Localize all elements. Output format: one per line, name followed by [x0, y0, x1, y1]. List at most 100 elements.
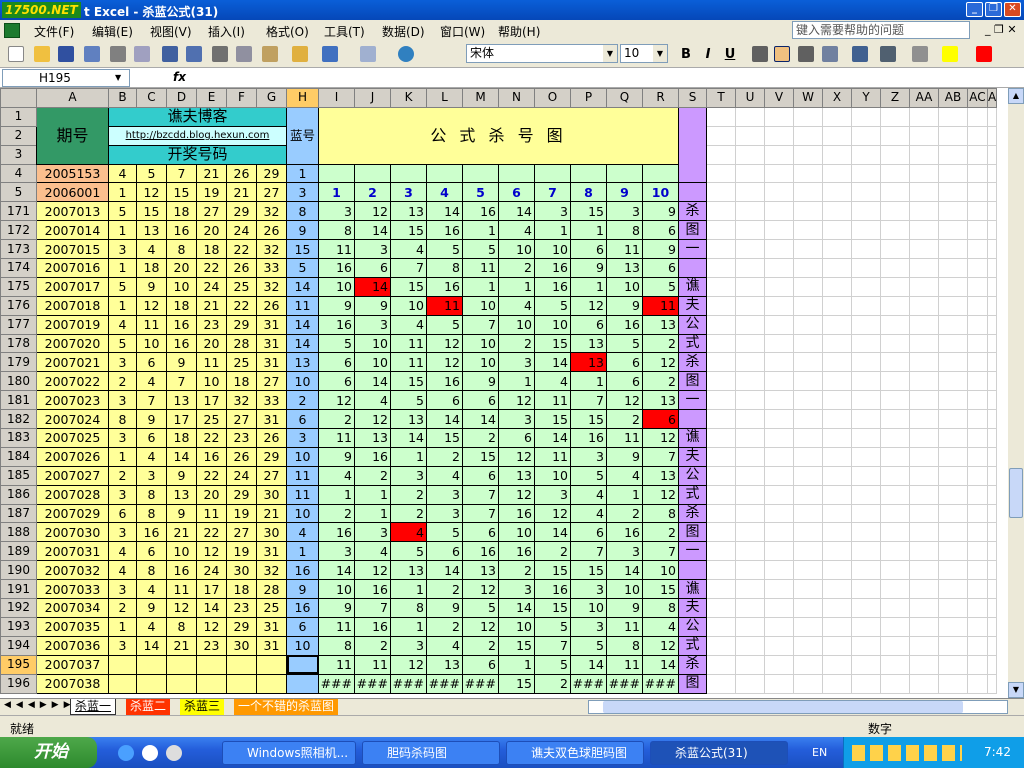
cell[interactable]: [764, 258, 794, 278]
red-ball-cell[interactable]: 16: [166, 333, 197, 354]
kill-number-cell[interactable]: 1: [570, 371, 607, 392]
cell[interactable]: [909, 654, 939, 675]
cell[interactable]: [986, 598, 998, 618]
cell[interactable]: [909, 220, 939, 241]
col-header[interactable]: A: [986, 88, 998, 108]
blue-ball-cell[interactable]: 14: [286, 333, 319, 354]
row-header[interactable]: 181: [0, 390, 37, 411]
red-ball-cell[interactable]: 1: [108, 182, 137, 203]
cell[interactable]: [986, 446, 998, 467]
kill-number-cell[interactable]: 16: [570, 428, 607, 448]
kill-number-cell[interactable]: 5: [462, 239, 499, 260]
kill-number-cell[interactable]: 1: [498, 371, 535, 392]
kill-number-cell[interactable]: 3: [354, 522, 391, 543]
kill-number-cell[interactable]: 16: [318, 314, 355, 335]
cell[interactable]: [909, 276, 939, 297]
kill-number-cell[interactable]: 7: [642, 446, 679, 467]
worksheet-grid[interactable]: A B C D E F G H I J K L M N O P Q R S T U V W X Y Z AA AB AC A 1 期号 谯夫博客…: [0, 88, 1008, 698]
red-ball-cell[interactable]: 9: [136, 276, 167, 297]
col-header[interactable]: G: [256, 88, 287, 108]
close-button[interactable]: ✕: [1004, 2, 1021, 17]
red-ball-cell[interactable]: 4: [108, 163, 137, 184]
kill-number-cell[interactable]: 15: [390, 220, 427, 241]
formula-header-cell[interactable]: [390, 163, 427, 184]
cell[interactable]: [764, 220, 794, 241]
cell[interactable]: [822, 484, 852, 505]
red-ball-cell[interactable]: 22: [226, 239, 257, 260]
scroll-up-icon[interactable]: ▲: [1008, 88, 1024, 104]
kill-number-cell[interactable]: 5: [534, 654, 571, 675]
cell[interactable]: [986, 541, 998, 562]
red-ball-cell[interactable]: 18: [166, 295, 197, 316]
cell[interactable]: [764, 616, 794, 637]
red-ball-cell[interactable]: 25: [256, 598, 287, 618]
red-ball-cell[interactable]: 9: [136, 409, 167, 430]
period-cell[interactable]: 2007017: [36, 276, 109, 297]
row-header[interactable]: 192: [0, 598, 37, 618]
cell[interactable]: [706, 163, 736, 184]
cell[interactable]: [764, 579, 794, 600]
blue-ball-cell[interactable]: 1: [286, 541, 319, 562]
kill-number-cell[interactable]: 16: [318, 258, 355, 278]
kill-number-cell[interactable]: 8: [642, 598, 679, 618]
period-cell[interactable]: 2007014: [36, 220, 109, 241]
kill-number-cell[interactable]: 13: [390, 560, 427, 581]
kill-number-cell[interactable]: 3: [606, 201, 643, 222]
cell[interactable]: [909, 428, 939, 448]
cell[interactable]: [986, 352, 998, 373]
cell[interactable]: [986, 144, 998, 165]
cell[interactable]: [851, 465, 881, 486]
row-header[interactable]: 185: [0, 465, 37, 486]
menu-format[interactable]: 格式(O): [266, 23, 309, 40]
cell[interactable]: [880, 579, 910, 600]
kill-number-cell[interactable]: 12: [498, 390, 535, 411]
cell[interactable]: [822, 144, 852, 165]
name-box[interactable]: H195 ▼: [2, 69, 130, 87]
cell[interactable]: [909, 390, 939, 411]
kill-number-cell[interactable]: 9: [642, 239, 679, 260]
cell[interactable]: [735, 541, 765, 562]
red-ball-cell[interactable]: 12: [196, 616, 227, 637]
blue-ball-cell[interactable]: 5: [286, 258, 319, 278]
cell[interactable]: [967, 409, 988, 430]
cell[interactable]: [967, 579, 988, 600]
kill-number-cell[interactable]: 16: [354, 616, 391, 637]
cell[interactable]: [967, 446, 988, 467]
cell[interactable]: [909, 446, 939, 467]
kill-number-cell[interactable]: 5: [642, 276, 679, 297]
kill-number-cell[interactable]: 7: [462, 503, 499, 524]
red-ball-cell[interactable]: 24: [196, 560, 227, 581]
cell[interactable]: [764, 333, 794, 354]
kill-number-cell[interactable]: 14: [534, 428, 571, 448]
cell[interactable]: [909, 522, 939, 543]
kill-number-cell[interactable]: 14: [534, 522, 571, 543]
red-ball-cell[interactable]: 16: [166, 560, 197, 581]
undo-icon[interactable]: [322, 46, 338, 62]
blue-ball-cell[interactable]: 15: [286, 239, 319, 260]
menu-edit[interactable]: 编辑(E): [92, 23, 133, 40]
cell[interactable]: [822, 616, 852, 637]
blue-ball-cell[interactable]: 10: [286, 635, 319, 656]
red-ball-cell[interactable]: 26: [226, 163, 257, 184]
kill-number-cell[interactable]: 2: [642, 333, 679, 354]
cell[interactable]: [986, 239, 998, 260]
cell[interactable]: [938, 220, 968, 241]
red-ball-cell[interactable]: 11: [196, 503, 227, 524]
kill-number-cell[interactable]: 2: [390, 484, 427, 505]
cell[interactable]: [822, 314, 852, 335]
red-ball-cell[interactable]: [256, 654, 287, 675]
cell[interactable]: [735, 616, 765, 637]
row-header[interactable]: 175: [0, 276, 37, 297]
align-center-icon[interactable]: [774, 46, 790, 62]
cell[interactable]: [851, 503, 881, 524]
kill-number-cell[interactable]: 3: [318, 201, 355, 222]
red-ball-cell[interactable]: 29: [226, 314, 257, 335]
cell[interactable]: [764, 144, 794, 165]
kill-number-cell[interactable]: 10: [354, 333, 391, 354]
kill-number-cell[interactable]: 5: [462, 598, 499, 618]
cell[interactable]: [735, 579, 765, 600]
red-ball-cell[interactable]: 18: [166, 201, 197, 222]
cell[interactable]: [851, 125, 881, 146]
kill-number-cell[interactable]: 16: [606, 314, 643, 335]
red-ball-cell[interactable]: 14: [166, 446, 197, 467]
